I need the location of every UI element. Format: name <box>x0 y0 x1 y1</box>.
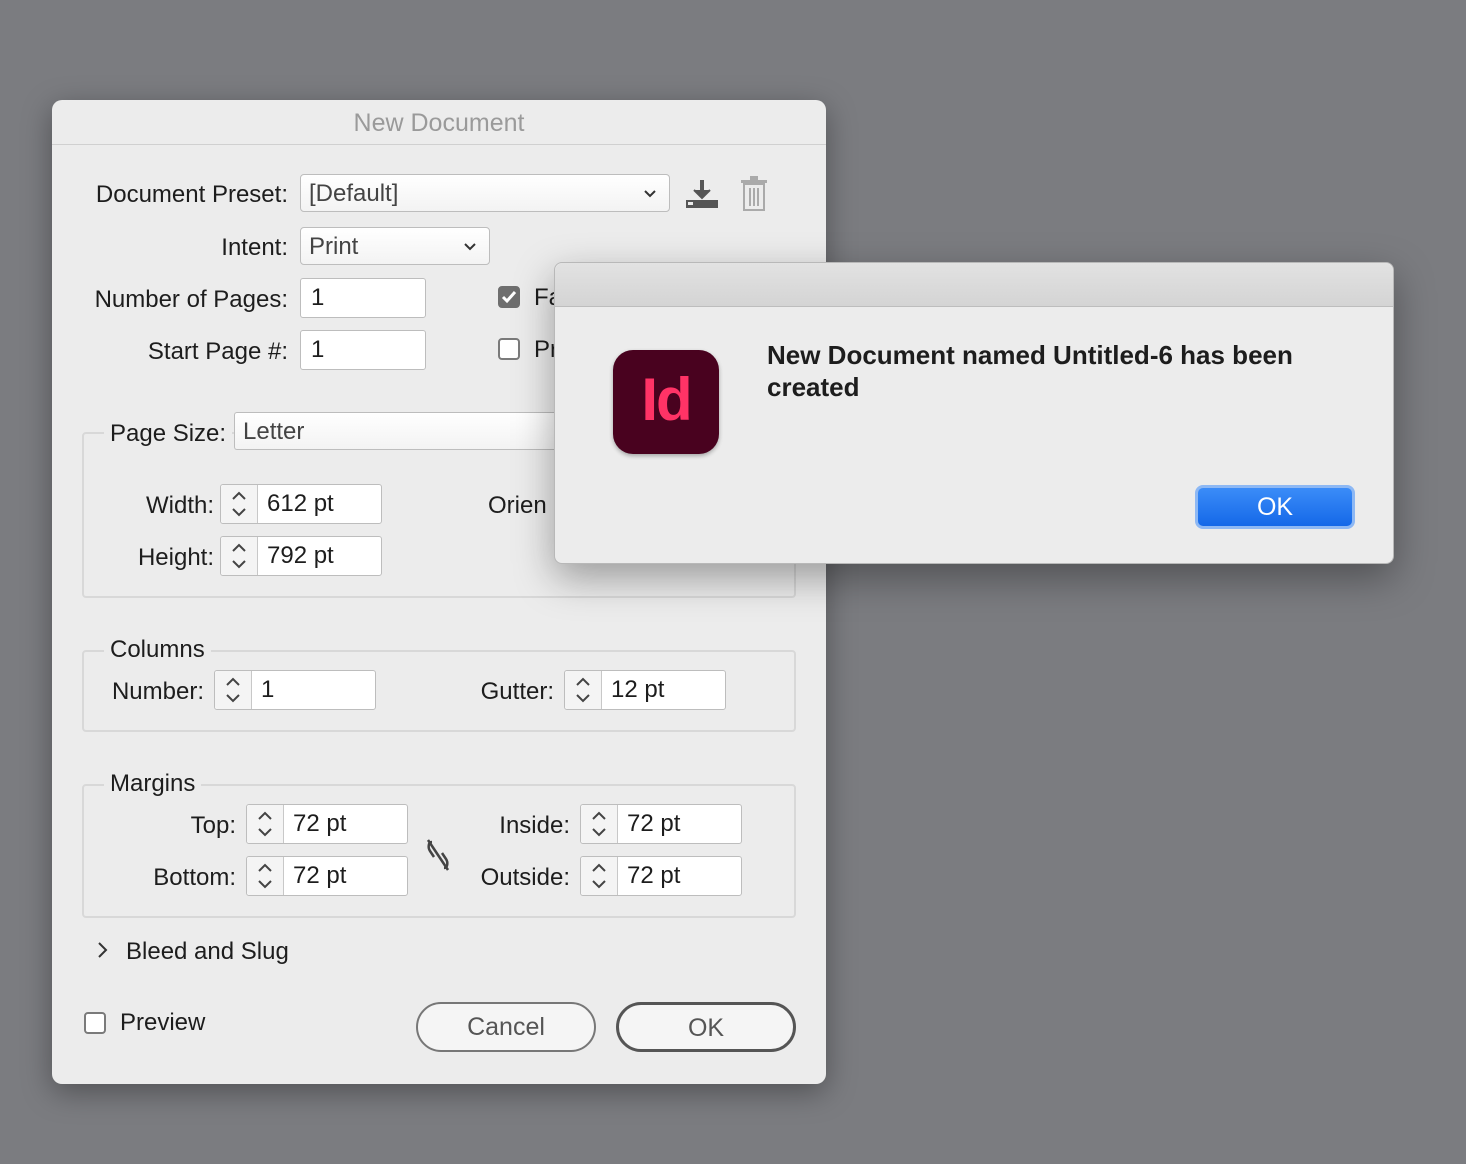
gutter-value[interactable]: 12 pt <box>611 671 664 709</box>
stepper-icon[interactable] <box>221 537 258 575</box>
preview-label: Preview <box>120 1009 206 1036</box>
width-stepper[interactable]: 612 pt <box>220 484 382 524</box>
intent-label: Intent: <box>221 234 288 261</box>
preview-checkbox[interactable] <box>84 1012 106 1034</box>
start-page-label: Start Page #: <box>147 338 288 365</box>
document-preset-label: Document Preset: <box>95 181 288 208</box>
new-document-dialog: New Document Document Preset: [Default] … <box>52 100 826 1084</box>
alert-ok-button[interactable]: OK <box>1195 485 1355 529</box>
facing-pages-checkbox[interactable] <box>498 286 520 308</box>
chevron-right-icon[interactable] <box>96 940 110 960</box>
trash-icon[interactable] <box>740 176 768 212</box>
cancel-button[interactable]: Cancel <box>416 1002 596 1052</box>
margin-bottom-stepper[interactable]: 72 pt <box>246 856 408 896</box>
gutter-label: Gutter: <box>480 678 554 705</box>
stepper-icon[interactable] <box>581 857 618 895</box>
save-preset-icon[interactable] <box>684 178 720 210</box>
page-size-value: Letter <box>243 418 305 445</box>
intent-select[interactable]: Print <box>300 227 490 265</box>
page-size-select[interactable]: Letter <box>234 412 564 450</box>
chevron-down-icon <box>464 243 476 251</box>
alert-message: New Document named Untitled-6 has been c… <box>767 340 1293 402</box>
margins-title: Margins <box>104 769 202 799</box>
margin-outside-stepper[interactable]: 72 pt <box>580 856 742 896</box>
margin-top-stepper[interactable]: 72 pt <box>246 804 408 844</box>
bleed-and-slug-toggle[interactable]: Bleed and Slug <box>126 937 289 967</box>
document-preset-value: [Default] <box>309 180 399 207</box>
width-value[interactable]: 612 pt <box>267 485 334 523</box>
stepper-icon[interactable] <box>565 671 602 709</box>
width-label: Width: <box>145 492 214 519</box>
margin-top-label: Top: <box>190 812 236 839</box>
margin-top-value[interactable]: 72 pt <box>293 805 346 843</box>
dialog-title: New Document <box>52 100 826 145</box>
checkmark-icon <box>501 291 517 304</box>
number-of-pages-field[interactable]: 1 <box>300 278 426 318</box>
alert-title-bar <box>555 263 1393 307</box>
height-stepper[interactable]: 792 pt <box>220 536 382 576</box>
columns-title: Columns <box>104 635 211 665</box>
margin-outside-label: Outside: <box>480 864 570 891</box>
number-of-pages-label: Number of Pages: <box>94 286 288 313</box>
columns-number-stepper[interactable]: 1 <box>214 670 376 710</box>
margin-outside-value[interactable]: 72 pt <box>627 857 680 895</box>
columns-number-value[interactable]: 1 <box>261 671 274 709</box>
stepper-icon[interactable] <box>215 671 252 709</box>
margin-inside-label: Inside: <box>499 812 570 839</box>
stepper-icon[interactable] <box>247 805 284 843</box>
alert-dialog: Id New Document named Untitled-6 has bee… <box>554 262 1394 564</box>
ok-button[interactable]: OK <box>616 1002 796 1052</box>
indesign-app-icon: Id <box>613 350 719 454</box>
document-preset-select[interactable]: [Default] <box>300 174 670 212</box>
start-page-field[interactable]: 1 <box>300 330 426 370</box>
stepper-icon[interactable] <box>581 805 618 843</box>
app-icon-text: Id <box>641 366 692 433</box>
orientation-label: Orien <box>488 492 547 519</box>
height-label: Height: <box>137 544 214 571</box>
primary-text-frame-checkbox[interactable] <box>498 338 520 360</box>
margin-inside-value[interactable]: 72 pt <box>627 805 680 843</box>
margin-bottom-label: Bottom: <box>153 864 236 891</box>
columns-number-label: Number: <box>111 678 204 705</box>
chevron-down-icon <box>644 190 656 198</box>
stepper-icon[interactable] <box>247 857 284 895</box>
intent-value: Print <box>309 233 359 260</box>
margin-inside-stepper[interactable]: 72 pt <box>580 804 742 844</box>
height-value[interactable]: 792 pt <box>267 537 334 575</box>
margin-bottom-value[interactable]: 72 pt <box>293 857 346 895</box>
stepper-icon[interactable] <box>221 485 258 523</box>
unlink-icon[interactable] <box>424 838 452 872</box>
page-size-label: Page Size: <box>104 419 233 449</box>
gutter-stepper[interactable]: 12 pt <box>564 670 726 710</box>
